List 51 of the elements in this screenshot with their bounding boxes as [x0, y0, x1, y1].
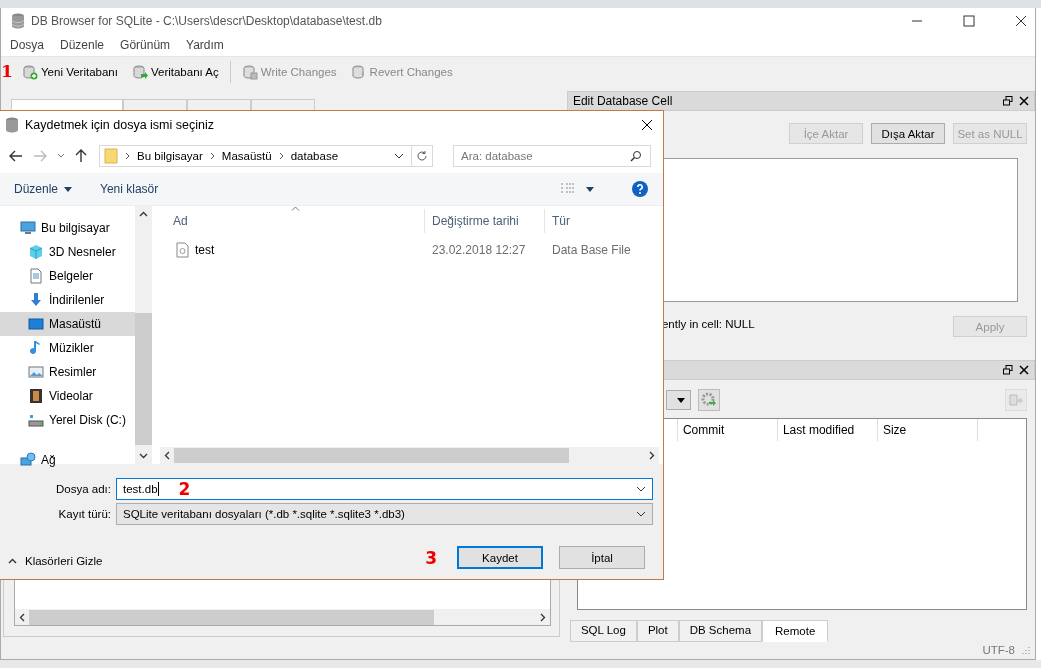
hide-folders-toggle[interactable]: Klasörleri Gizle [8, 554, 103, 567]
file-name-field[interactable]: test.db 2 [116, 477, 653, 500]
file-type-dropdown[interactable]: SQLite veritabanı dosyaları (*.db *.sqlite *.sqlite3 *.db3) [116, 502, 653, 525]
annotation-number: 2 [178, 478, 191, 499]
annotation-number: 3 [425, 547, 437, 568]
file-date: 23.02.2018 12:27 [431, 242, 527, 259]
new-folder-button[interactable]: Yeni klasör [100, 182, 159, 196]
encoding-label: UTF-8 [982, 644, 1015, 656]
folder-tree-item[interactable]: Bu bilgisayar [0, 216, 135, 240]
folder-tree-item[interactable]: İndirilenler [0, 288, 135, 312]
tab[interactable]: DB Schema [678, 620, 763, 642]
column-header[interactable]: Değiştirme tarihi [425, 209, 545, 233]
field-label: Dosya adı: [55, 482, 112, 495]
breadcrumb-item[interactable]: database [290, 150, 339, 162]
organize-menu[interactable]: Düzenle [14, 182, 73, 196]
toolbar-button[interactable]: Yeni Veritabanı [17, 62, 123, 82]
menu-item[interactable]: Dosya [10, 38, 44, 52]
menu-item[interactable]: Düzenle [60, 38, 105, 52]
tab[interactable]: Remote [762, 620, 829, 642]
cancel-button[interactable]: İptal [559, 546, 645, 569]
toolbar-button[interactable]: Veritabanı Aç [126, 62, 224, 82]
dialog-title: Kaydetmek için dosya ismi seçiniz [25, 118, 214, 132]
folder-tree-item[interactable]: Ağ [0, 448, 135, 472]
folder-tree-item[interactable]: 3D Nesneler [0, 240, 135, 264]
address-bar[interactable]: Bu bilgisayar Masaüstü database [99, 145, 433, 167]
folder-tree-item[interactable]: Resimler [0, 360, 135, 384]
tab[interactable]: SQL Log [569, 620, 637, 642]
file-type: Data Base File [551, 242, 632, 259]
folder-tree-item[interactable]: Müzikler [0, 336, 135, 360]
menu-item[interactable]: Görünüm [120, 38, 171, 52]
folder-tree-item[interactable]: Yerel Disk (C:) [0, 408, 135, 432]
folder-tree-item[interactable]: Videolar [0, 384, 135, 408]
search-field[interactable]: Ara: database [453, 145, 651, 167]
column-header[interactable]: Last modified [777, 419, 878, 441]
folder-tree-item[interactable]: Masaüstü [0, 312, 135, 336]
breadcrumb-item[interactable]: Masaüstü [221, 150, 272, 162]
breadcrumb-item[interactable]: Bu bilgisayar [137, 150, 203, 162]
column-header[interactable]: Size [877, 419, 978, 441]
file-name[interactable]: test [160, 239, 425, 261]
annotation-number: 1 [1, 61, 13, 81]
column-header[interactable]: Tür [545, 209, 655, 233]
save-button[interactable]: Kaydet [457, 546, 543, 569]
tab[interactable]: Plot [636, 620, 679, 642]
panel-button[interactable]: Dışa Aktar [871, 123, 945, 144]
column-header[interactable]: Ad [160, 209, 425, 233]
panel-title: Edit Database Cell [572, 94, 673, 108]
column-header[interactable]: Commit [677, 419, 778, 441]
folder-tree-item[interactable]: Belgeler [0, 264, 135, 288]
field-label: Kayıt türü: [57, 507, 112, 520]
menu-item[interactable]: Yardım [186, 38, 224, 52]
window-title: DB Browser for SQLite - C:\Users\descr\Desktop\database\test.db [31, 14, 382, 28]
